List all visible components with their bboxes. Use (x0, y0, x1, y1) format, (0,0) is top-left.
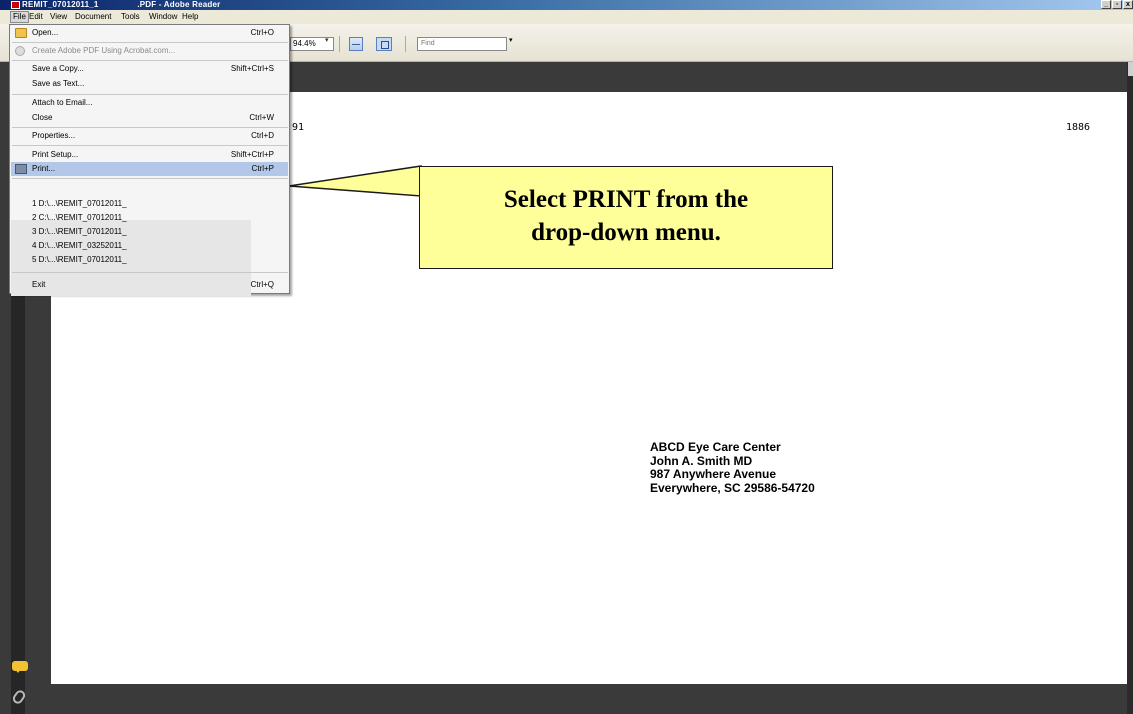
document-number-left: 91 (292, 122, 305, 133)
address-line: 987 Anywhere Avenue (650, 467, 777, 481)
scroll-tab[interactable] (1128, 62, 1133, 76)
minimize-button[interactable]: _ (1101, 0, 1111, 9)
menu-item-label: 4 D:\...\REMIT_03252011_ (32, 241, 127, 250)
menu-separator (12, 178, 288, 179)
menu-item-label: Save as Text... (32, 79, 85, 88)
address-line: John A. Smith MD (650, 453, 753, 468)
menu-item-label: Save a Copy... (32, 64, 84, 73)
menu-item-recent-file[interactable]: 2 C:\...\REMIT_07012011_ (11, 211, 288, 225)
menu-separator (12, 272, 288, 273)
address-block: ABCD Eye Care Center John A. Smith MD 98… (650, 440, 815, 495)
menu-item-label: Print... (32, 164, 56, 173)
menu-item-properties[interactable]: Properties... Ctrl+D (11, 129, 288, 143)
menu-item-label: Close (32, 113, 53, 122)
document-footer-band (51, 684, 1127, 714)
find-dropdown-icon[interactable]: ▾ (509, 36, 513, 44)
file-menu-dropdown: Open... Ctrl+O Create Adobe PDF Using Ac… (9, 24, 290, 296)
menu-item-label: 2 C:\...\REMIT_07012011_ (32, 213, 127, 222)
menu-item-label: Attach to Email... (32, 98, 93, 107)
menu-item-create-pdf: Create Adobe PDF Using Acrobat.com... (11, 44, 288, 58)
menu-item-print-setup[interactable]: Print Setup... Shift+Ctrl+P (11, 148, 288, 162)
menu-file[interactable]: File (10, 11, 29, 23)
adobe-reader-icon (11, 1, 20, 9)
menu-view[interactable]: View (50, 12, 67, 22)
menu-bar: File Edit View Document Tools Window Hel… (0, 10, 1133, 24)
window-title: REMIT_07012011_1 .PDF - Adobe Reader (22, 0, 221, 9)
acrobat-com-icon (15, 46, 25, 56)
comment-icon[interactable] (12, 661, 28, 673)
callout-line: Select PRINT from the (503, 186, 749, 213)
address-line: Everywhere, SC 29586-54720 (650, 480, 815, 495)
menu-item-shortcut: Ctrl+P (251, 164, 274, 173)
scrollbar-area[interactable] (1127, 62, 1133, 714)
instruction-callout: Select PRINT from the drop-down menu. (419, 166, 833, 269)
callout-pointer (288, 165, 422, 197)
menu-separator (12, 42, 288, 43)
menu-item-open[interactable]: Open... Ctrl+O (11, 26, 288, 40)
fit-width-icon[interactable] (349, 37, 363, 51)
document-number-right: 1886 (1066, 122, 1091, 133)
menu-item-shortcut: Ctrl+Q (250, 280, 274, 289)
menu-item-recent-file[interactable]: 4 D:\...\REMIT_03252011_ (11, 239, 288, 253)
menu-item-label: Open... (32, 28, 59, 37)
menu-separator (12, 60, 288, 61)
menu-tools[interactable]: Tools (121, 12, 140, 22)
menu-item-shortcut: Shift+Ctrl+S (230, 64, 274, 73)
menu-item-label: 1 D:\...\REMIT_07012011_ (32, 199, 127, 208)
printer-icon (15, 164, 27, 174)
menu-item-recent-file[interactable]: 3 D:\...\REMIT_07012011_ (11, 225, 288, 239)
title-bar: REMIT_07012011_1 .PDF - Adobe Reader _ ▫… (0, 0, 1133, 10)
callout-line: drop-down menu. (531, 219, 721, 246)
menu-item-label: Create Adobe PDF Using Acrobat.com... (32, 46, 176, 55)
menu-item-shortcut: Ctrl+D (251, 131, 274, 140)
close-button[interactable]: x (1123, 0, 1133, 9)
zoom-dropdown-icon[interactable]: ▾ (325, 36, 329, 44)
menu-item-recent-file[interactable]: 1 D:\...\REMIT_07012011_ (11, 197, 288, 211)
menu-window[interactable]: Window (149, 12, 177, 22)
menu-item-save-text[interactable]: Save as Text... (11, 77, 288, 91)
menu-item-label: Properties... (32, 131, 76, 140)
toolbar-divider (339, 36, 340, 52)
menu-item-label: 3 D:\...\REMIT_07012011_ (32, 227, 127, 236)
folder-icon (15, 28, 27, 38)
menu-separator (12, 127, 288, 128)
menu-help[interactable]: Help (182, 12, 198, 22)
menu-item-print[interactable]: Print... Ctrl+P (11, 162, 288, 176)
window-controls: _ ▫ x (1101, 0, 1133, 10)
menu-item-recent-file[interactable]: 5 D:\...\REMIT_07012011_ (11, 253, 288, 267)
menu-item-label: Print Setup... (32, 150, 79, 159)
menu-item-label: Exit (32, 280, 46, 289)
menu-separator (12, 145, 288, 146)
menu-item-shortcut: Shift+Ctrl+P (230, 150, 274, 159)
menu-item-close[interactable]: Close Ctrl+W (11, 111, 288, 125)
maximize-button[interactable]: ▫ (1112, 0, 1122, 9)
address-line: ABCD Eye Care Center (650, 440, 781, 454)
menu-item-label: 5 D:\...\REMIT_07012011_ (32, 255, 127, 264)
menu-item-shortcut: Ctrl+W (249, 113, 274, 122)
menu-item-exit[interactable]: Exit Ctrl+Q (11, 278, 288, 292)
menu-edit[interactable]: Edit (29, 12, 43, 22)
menu-document[interactable]: Document (75, 12, 111, 22)
menu-item-attach-email[interactable]: Attach to Email... (11, 96, 288, 110)
find-input[interactable]: Find (417, 37, 507, 51)
menu-item-shortcut: Ctrl+O (250, 28, 274, 37)
menu-separator (12, 94, 288, 95)
fit-page-icon[interactable] (376, 37, 392, 51)
toolbar-divider (405, 36, 406, 52)
menu-item-save-copy[interactable]: Save a Copy... Shift+Ctrl+S (11, 62, 288, 76)
